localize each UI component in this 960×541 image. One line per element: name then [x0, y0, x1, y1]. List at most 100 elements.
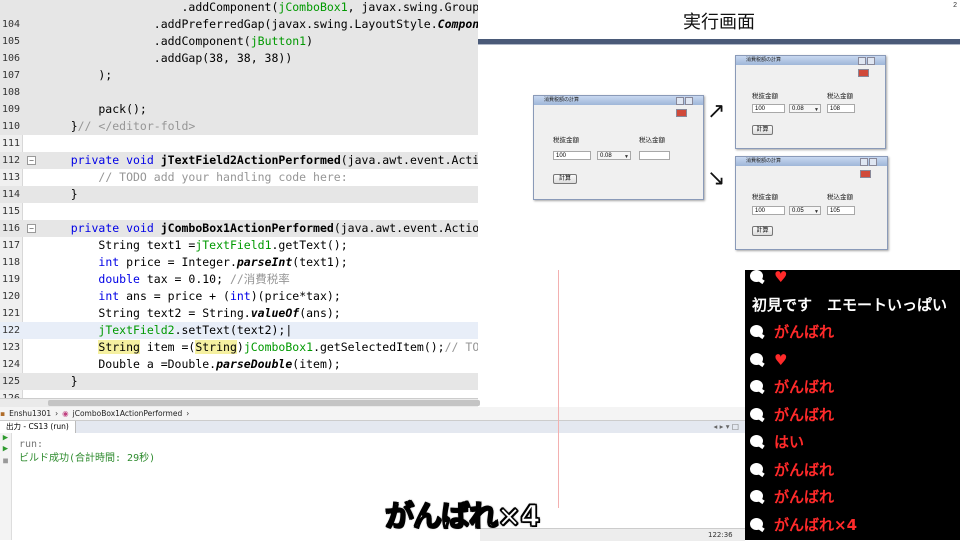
code-text[interactable]: private void jComboBox1ActionPerformed(j… [43, 220, 478, 237]
window-controls[interactable] [857, 57, 883, 77]
scrollbar-thumb[interactable] [48, 400, 480, 406]
code-text[interactable]: String text1 =jTextField1.getText(); [43, 237, 347, 254]
window-controls[interactable] [859, 158, 885, 178]
code-line[interactable]: 104 .addPreferredGap(javax.swing.LayoutS… [0, 16, 478, 33]
line-number: 111 [1, 138, 20, 149]
code-editor[interactable]: .addComponent(jComboBox1, javax.swing.Gr… [0, 0, 478, 398]
code-line[interactable]: 118 int price = Integer.parseInt(text1); [0, 254, 478, 271]
calc-button[interactable]: 計算 [553, 174, 577, 184]
code-line[interactable]: 124 Double a =Double.parseDouble(item); [0, 356, 478, 373]
code-text[interactable]: int ans = price + (int)(price*tax); [43, 288, 340, 305]
code-text[interactable]: // TODO add your handling code here: [43, 169, 347, 186]
breadcrumb-project[interactable]: Enshu1301 [9, 409, 51, 418]
slide-panel: 2 実行画面 消費税額の計算 税抜金額 税込金額 100 0.08 ▼ 計算 ↗ … [478, 0, 960, 270]
chat-message-text: ♥ [774, 350, 788, 369]
code-text[interactable]: jTextField2.setText(text2);| [43, 322, 292, 339]
code-line[interactable]: 117 String text1 =jTextField1.getText(); [0, 237, 478, 254]
close-icon [858, 69, 869, 77]
maximize-icon [867, 57, 875, 65]
result-field[interactable] [639, 151, 670, 160]
window-title: 消費税額の計算 [746, 57, 782, 63]
tab-output[interactable]: 出力 - CS13 (run) [0, 421, 76, 433]
fold-toggle-icon[interactable]: − [27, 156, 36, 165]
line-number: 117 [1, 240, 20, 251]
rate-value: 0.08 [792, 106, 804, 112]
code-text[interactable]: .addComponent(jComboBox1, javax.swing.Gr… [43, 0, 478, 16]
code-text[interactable]: String item =(String)jComboBox1.getSelec… [43, 339, 478, 356]
code-line[interactable]: 123 String item =(String)jComboBox1.getS… [0, 339, 478, 356]
price-field[interactable]: 100 [752, 104, 785, 113]
line-number: 108 [1, 87, 20, 98]
code-text[interactable]: private void jTextField2ActionPerformed(… [43, 152, 478, 169]
code-line[interactable]: 107 ); [0, 67, 478, 84]
code-line[interactable]: 114 } [0, 186, 478, 203]
code-text[interactable]: } [43, 186, 78, 203]
stop-icon[interactable]: ■ [0, 455, 11, 466]
code-line[interactable]: 105 .addComponent(jButton1) [0, 33, 478, 50]
code-text[interactable]: double tax = 0.10; //消費税率 [43, 271, 289, 288]
code-text[interactable]: .addComponent(jButton1) [43, 33, 313, 50]
rate-combobox[interactable]: 0.05 ▼ [789, 206, 821, 215]
result-field[interactable]: 108 [827, 104, 855, 113]
breadcrumb: ▪ Enshu1301 › ◉ jComboBox1ActionPerformed › [0, 407, 745, 421]
code-text[interactable]: pack(); [43, 101, 146, 118]
arrow-down-right-icon: ↘ [707, 165, 726, 190]
code-text[interactable]: .addGap(38, 38, 38)) [43, 50, 292, 67]
arrow-up-right-icon: ↗ [707, 98, 726, 123]
code-line[interactable]: 125 } [0, 373, 478, 390]
code-line[interactable]: 108 [0, 84, 478, 101]
speech-bubble-icon [750, 407, 763, 420]
line-number: 110 [1, 121, 20, 132]
rerun-with-args-icon[interactable]: ▶ [0, 444, 11, 455]
price-field[interactable]: 100 [553, 151, 591, 160]
code-text[interactable]: } [43, 373, 78, 390]
code-line[interactable]: 109 pack(); [0, 101, 478, 118]
rate-combobox[interactable]: 0.08 ▼ [597, 151, 631, 160]
chat-message-text: がんばれ×4 [774, 515, 858, 534]
result-field[interactable]: 105 [827, 206, 855, 215]
rerun-icon[interactable]: ▶ [0, 433, 11, 444]
code-text[interactable]: ); [43, 67, 112, 84]
code-line[interactable]: 121 String text2 = String.valueOf(ans); [0, 305, 478, 322]
code-text[interactable]: String text2 = String.valueOf(ans); [43, 305, 340, 322]
code-line[interactable]: 122 jTextField2.setText(text2);| [0, 322, 478, 339]
label-price-excl: 税抜金額 [752, 194, 778, 201]
code-line[interactable]: 119 double tax = 0.10; //消費税率 [0, 271, 478, 288]
code-line[interactable]: .addComponent(jComboBox1, javax.swing.Gr… [0, 0, 478, 16]
code-line[interactable]: 113 // TODO add your handling code here: [0, 169, 478, 186]
code-line[interactable]: 111 [0, 135, 478, 152]
line-number: 115 [1, 206, 20, 217]
code-line[interactable]: 115 [0, 203, 478, 220]
fold-toggle-icon[interactable]: − [27, 224, 36, 233]
code-line[interactable]: 120 int ans = price + (int)(price*tax); [0, 288, 478, 305]
line-number: 124 [1, 359, 20, 370]
chat-message-text: ♥ [774, 270, 788, 286]
chevron-down-icon: ▼ [624, 154, 629, 160]
line-number: 105 [1, 36, 20, 47]
code-text[interactable]: Double a =Double.parseDouble(item); [43, 356, 340, 373]
code-text[interactable]: int price = Integer.parseInt(text1); [43, 254, 347, 271]
code-line[interactable]: 126 [0, 390, 478, 398]
code-line[interactable]: 112− private void jTextField2ActionPerfo… [0, 152, 478, 169]
calc-button[interactable]: 計算 [752, 125, 773, 135]
tab-controls[interactable]: ◂ ▸ ▾ □ [713, 421, 739, 433]
code-text[interactable]: .addPreferredGap(javax.swing.LayoutStyle… [43, 16, 478, 33]
calc-button[interactable]: 計算 [752, 226, 773, 236]
code-text[interactable]: }// </editor-fold> [43, 118, 196, 135]
speech-bubble-icon [750, 270, 763, 282]
slide-title-rule-thin [478, 44, 960, 45]
speech-bubble-icon [750, 462, 763, 475]
label-price-incl: 税込金額 [827, 93, 853, 100]
code-line[interactable]: 106 .addGap(38, 38, 38)) [0, 50, 478, 67]
window-controls[interactable] [675, 97, 701, 117]
rate-combobox[interactable]: 0.08 ▼ [789, 104, 821, 113]
chevron-right-icon: › [186, 409, 190, 418]
maximize-icon [685, 97, 693, 105]
code-line[interactable]: 110 }// </editor-fold> [0, 118, 478, 135]
price-field[interactable]: 100 [752, 206, 785, 215]
breadcrumb-method[interactable]: jComboBox1ActionPerformed [73, 409, 183, 418]
line-number: 121 [1, 308, 20, 319]
code-line[interactable]: 116− private void jComboBox1ActionPerfor… [0, 220, 478, 237]
line-number: 123 [1, 342, 20, 353]
video-caption: がんばれ×4 [384, 498, 541, 534]
